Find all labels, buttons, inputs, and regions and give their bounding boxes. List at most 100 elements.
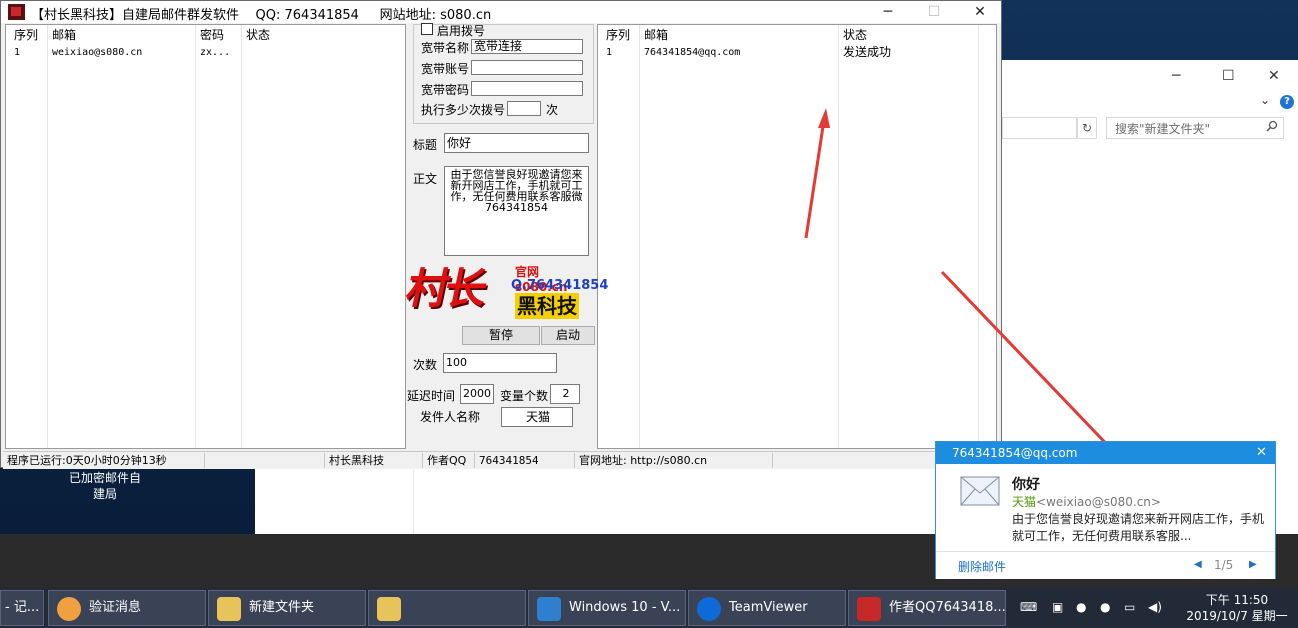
notification-preview: 由于您信誉良好现邀请您来新开网店工作，手机就可工作，无任何费用联系客服... [1012, 512, 1265, 543]
search-icon[interactable] [1266, 120, 1278, 132]
app-titlebar[interactable]: 【村长黑科技】自建局邮件群发软件 QQ: 764341854 网站地址: s08… [1, 1, 1001, 23]
broadband-name-field[interactable]: 宽带连接 [471, 39, 583, 54]
row-email: weixiao@s080.cn [52, 47, 143, 58]
logo-qq: Q.764341854 [511, 278, 609, 293]
close-icon[interactable]: ✕ [1256, 445, 1267, 460]
mail-notification[interactable]: 764341854@qq.com ✕ 你好 天猫<weixiao@s080.cn… [935, 441, 1276, 579]
mail-icon [960, 476, 1000, 506]
subject-label: 标题 [413, 138, 438, 152]
explorer-search-input[interactable]: 搜索"新建文件夹" [1106, 117, 1284, 139]
qq-icon-2[interactable]: ● [1100, 600, 1110, 614]
speaker-icon [57, 597, 81, 621]
column-header[interactable]: 邮箱 [640, 27, 836, 44]
subject-field[interactable]: 你好 [444, 133, 589, 153]
folder-icon [377, 597, 401, 621]
logo-brand-big: 村长 [401, 264, 489, 313]
broadband-password-label: 宽带密码 [421, 83, 470, 97]
taskbar-item-notepad[interactable]: - 记... [0, 590, 44, 626]
taskbar: - 记... 验证消息 新建文件夹 Windows 10 - V... Team… [0, 588, 1298, 628]
delay-field[interactable]: 2000 [460, 384, 494, 404]
column-header[interactable]: 状态 [839, 27, 969, 44]
taskbar-item-verify[interactable]: 验证消息 [48, 590, 206, 626]
variable-count-label: 变量个数 [500, 389, 549, 403]
close-button[interactable]: ✕ [957, 1, 1003, 23]
keyboard-icon[interactable]: ⌨ [1020, 600, 1037, 614]
table-row[interactable]: 1 weixiao@s080.cn zx... [6, 44, 405, 61]
sender-name-field[interactable]: 天猫 [501, 407, 573, 427]
clock[interactable]: 下午 11:50 2019/10/7 星期一 [1182, 592, 1292, 624]
app-icon [8, 4, 25, 20]
clock-date: 2019/10/7 星期一 [1186, 609, 1288, 623]
volume-icon[interactable]: ◀) [1148, 600, 1162, 614]
taskbar-item-teamviewer[interactable]: TeamViewer [688, 590, 846, 626]
row-index: 1 [606, 47, 613, 58]
explorer-close-button[interactable]: ✕ [1268, 68, 1280, 84]
notification-sender: 天猫<weixiao@s080.cn> [1012, 493, 1161, 510]
prev-icon[interactable]: ◀ [1194, 559, 1202, 570]
display-icon[interactable]: ▭ [1124, 600, 1135, 614]
variable-count-field[interactable]: 2 [550, 384, 580, 404]
delete-mail-link[interactable]: 删除邮件 [958, 558, 1006, 575]
network-icon[interactable]: ▣ [1052, 600, 1063, 614]
broadband-password-field[interactable] [471, 81, 583, 96]
explorer-minimize-button[interactable]: ─ [1172, 68, 1180, 84]
row-email: 764341854@qq.com [644, 47, 741, 58]
account-list[interactable]: 序列 邮箱 密码 状态 1 weixiao@s080.cn zx... [5, 24, 406, 449]
column-header[interactable]: 密码 [196, 27, 240, 44]
notification-subject: 你好 [1012, 477, 1040, 493]
table-row[interactable]: 1 764341854@qq.com 发送成功 [598, 44, 996, 61]
column-header[interactable]: 邮箱 [48, 27, 194, 44]
notification-footer: 删除邮件 ◀ 1/5 ▶ [936, 551, 1275, 579]
taskbar-item-label: TeamViewer [729, 600, 808, 615]
help-icon[interactable]: ? [1280, 95, 1294, 109]
row-status: 发送成功 [843, 45, 892, 59]
pause-button[interactable]: 暂停 [462, 326, 540, 345]
count-label: 次数 [413, 358, 438, 372]
body-label: 正文 [413, 172, 438, 186]
next-icon[interactable]: ▶ [1249, 559, 1257, 570]
teamviewer-icon [697, 597, 721, 621]
delay-label: 延迟时间 [407, 389, 456, 403]
column-header[interactable]: 序列 [602, 27, 638, 44]
sender-name: 天猫 [1012, 495, 1037, 509]
start-button[interactable]: 启动 [541, 326, 595, 345]
dial-times-field[interactable] [507, 101, 541, 116]
taskbar-item-vmware[interactable]: Windows 10 - V... [528, 590, 686, 626]
taskbar-item-label: - 记... [5, 600, 40, 615]
brand-logo: 村长 官网 s080.cn Q.764341854 黑科技 [402, 259, 608, 325]
notification-pager: 1/5 [1214, 558, 1234, 572]
broadband-name-label: 宽带名称 [421, 41, 470, 55]
column-header[interactable]: 序列 [10, 27, 46, 44]
result-list-header: 序列 邮箱 状态 [598, 27, 996, 44]
qq-icon[interactable]: ● [1076, 600, 1086, 614]
taskbar-item-label: Windows 10 - V... [569, 600, 681, 615]
explorer-maximize-button[interactable]: ☐ [1222, 68, 1235, 84]
dial-times-label: 执行多少次拨号 [421, 103, 506, 117]
row-status [242, 44, 302, 61]
taskbar-item-folder-2[interactable] [368, 590, 526, 626]
result-list[interactable]: 序列 邮箱 状态 1 764341854@qq.com 发送成功 [597, 24, 997, 449]
desktop-icon-label[interactable]: 已加密邮件自 建局 [60, 470, 150, 502]
author-label: 作者QQ [423, 453, 475, 468]
explorer-address-bar[interactable] [1002, 117, 1077, 139]
dial-times-unit: 次 [546, 103, 559, 117]
broadband-account-field[interactable] [471, 60, 583, 75]
body-textarea[interactable]: 由于您信誉良好现邀请您来新开网店工作，手机就可工作，无任何费用联系客服微7643… [444, 166, 589, 256]
enable-dialup-checkbox[interactable] [421, 23, 433, 35]
chevron-down-icon[interactable]: ⌄ [1260, 93, 1270, 107]
taskbar-item-app[interactable]: 作者QQ7643418... [848, 590, 1006, 626]
app-window: 【村长黑科技】自建局邮件群发软件 QQ: 764341854 网站地址: s08… [0, 0, 1002, 469]
clock-time: 下午 11:50 [1205, 593, 1269, 607]
column-header[interactable]: 状态 [242, 27, 302, 44]
taskbar-item-folder[interactable]: 新建文件夹 [208, 590, 366, 626]
notification-account: 764341854@qq.com [952, 446, 1078, 460]
taskbar-item-label: 验证消息 [89, 600, 142, 615]
author-qq: 764341854 [475, 453, 575, 468]
refresh-icon[interactable]: ↻ [1077, 117, 1097, 139]
account-list-header: 序列 邮箱 密码 状态 [6, 27, 405, 44]
count-field[interactable]: 100 [443, 353, 557, 373]
taskbar-item-label: 新建文件夹 [249, 600, 315, 615]
vmware-icon [537, 597, 561, 621]
maximize-button[interactable]: ☐ [911, 1, 957, 23]
minimize-button[interactable]: ─ [865, 1, 911, 23]
